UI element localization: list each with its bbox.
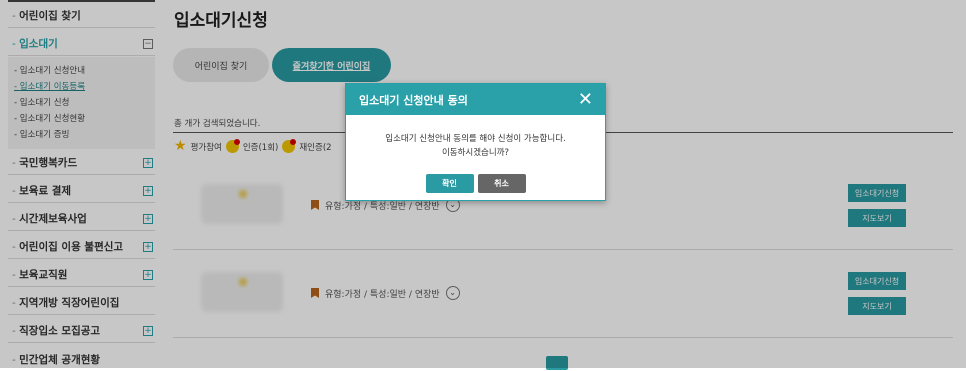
dialog-message-line-1: 입소대기 신청안내 동의를 해야 신청이 가능합니다. bbox=[385, 134, 566, 144]
cancel-button[interactable]: 취소 bbox=[477, 174, 526, 193]
dialog-message: 입소대기 신청안내 동의를 해야 신청이 가능합니다. 이동하시겠습니까? bbox=[346, 132, 605, 160]
close-icon[interactable]: ✕ bbox=[578, 90, 593, 109]
dialog-buttons: 확인 취소 bbox=[346, 174, 605, 193]
consent-dialog: 입소대기 신청안내 동의 ✕ 입소대기 신청안내 동의를 해야 신청이 가능합니… bbox=[345, 83, 606, 201]
dialog-title: 입소대기 신청안내 동의 bbox=[359, 93, 468, 107]
dialog-header: 입소대기 신청안내 동의 ✕ bbox=[346, 84, 605, 115]
dialog-message-line-2: 이동하시겠습니까? bbox=[441, 148, 510, 158]
confirm-button[interactable]: 확인 bbox=[425, 174, 474, 193]
